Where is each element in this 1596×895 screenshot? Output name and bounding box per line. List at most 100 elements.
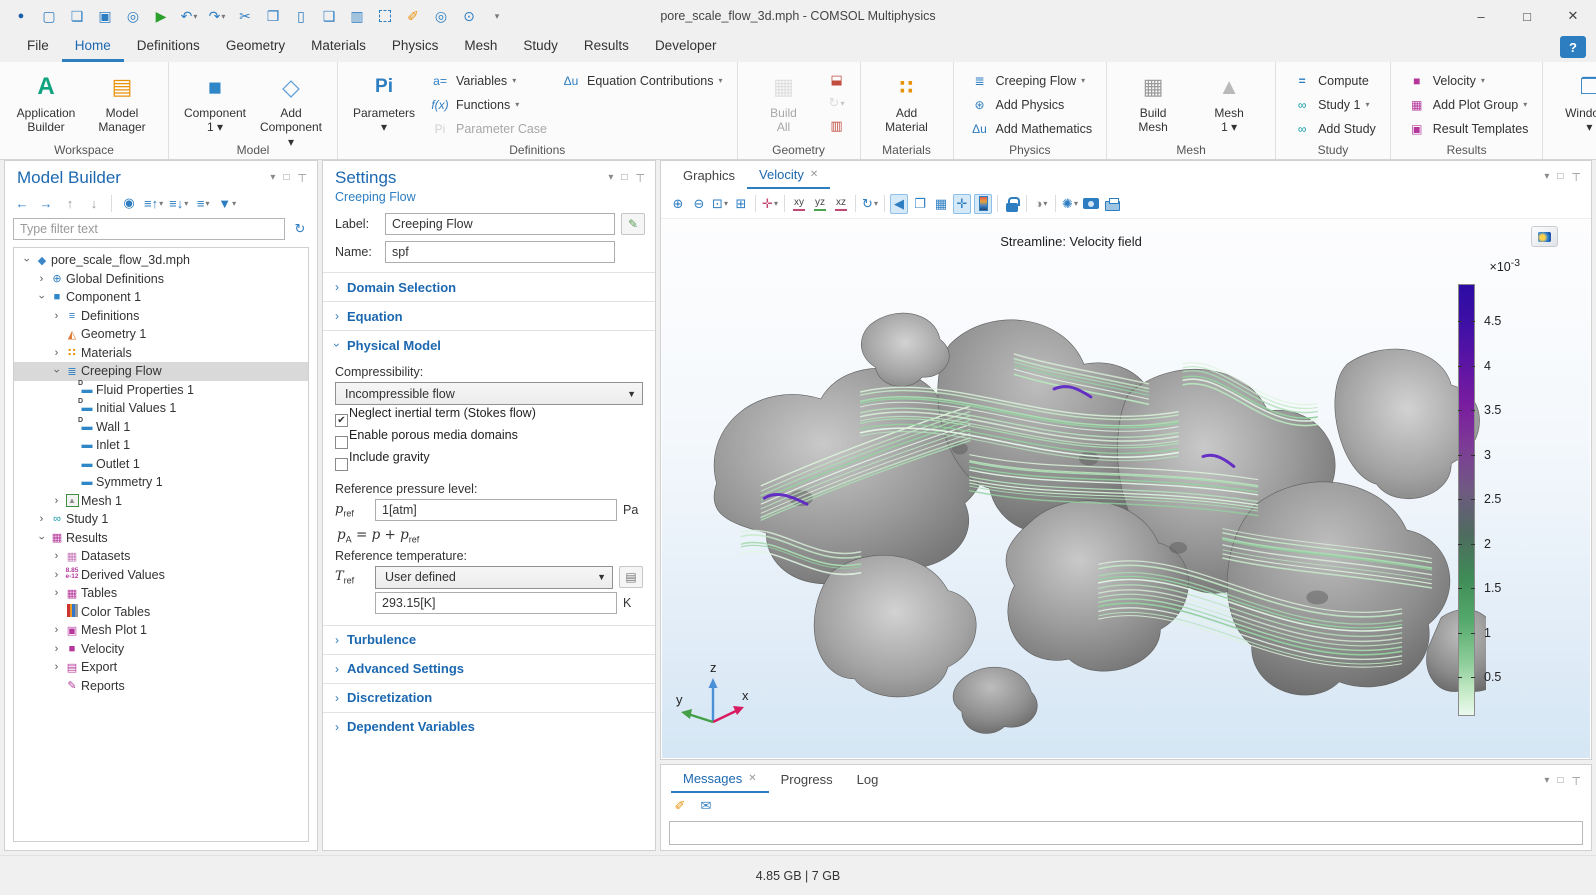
minimize-button[interactable]: – [1458,0,1504,32]
qat-overflow-chevron-icon[interactable]: ▾ [484,4,510,28]
checkbox-unchecked[interactable] [335,436,348,449]
tree-node-derived-values[interactable]: ›8.85e-12Derived Values [14,566,308,585]
tree-node-creeping-flow[interactable]: ›≣Creeping Flow [14,362,308,381]
tree-node-root[interactable]: ›◆pore_scale_flow_3d.mph [14,251,308,270]
environment-icon[interactable]: ✺▾ [1061,194,1079,214]
menu-definitions[interactable]: Definitions [124,32,213,62]
duplicate-icon[interactable]: ❑ [316,4,342,28]
tree-node-export[interactable]: ›▤Export [14,658,308,677]
view-xz-icon[interactable]: xz [832,194,850,214]
rename-icon[interactable]: ✎ [621,213,645,235]
paste-icon[interactable]: ▯ [288,4,314,28]
tree-node-reports[interactable]: ✎Reports [14,677,308,696]
creeping-flow-select[interactable]: ≣Creeping Flow▾ [964,70,1097,91]
comsol-app-icon[interactable]: ● [8,4,34,28]
section-advanced-settings[interactable]: › Advanced Settings [323,654,655,683]
add-study-button[interactable]: ∞Add Study [1286,118,1380,139]
copy-icon[interactable]: ❐ [260,4,286,28]
print-icon[interactable] [1103,194,1121,214]
menu-study[interactable]: Study [510,32,571,62]
tree-chevron-icon[interactable]: › [50,495,63,507]
transparency-icon[interactable]: ❐ [911,194,929,214]
maximize-button[interactable]: □ [1504,0,1550,32]
menu-geometry[interactable]: Geometry [213,32,298,62]
tree-chevron-icon[interactable]: › [21,254,33,267]
tree-node-datasets[interactable]: ›▦Datasets [14,547,308,566]
equation-contributions-button[interactable]: ΔuEquation Contributions▾ [555,70,727,91]
search-doc-icon[interactable]: ⊙ [456,4,482,28]
tree-chevron-icon[interactable]: › [50,643,63,655]
import-icon[interactable]: ⬓ [824,70,850,90]
new-file-icon[interactable]: ▢ [36,4,62,28]
save-icon[interactable]: ▣ [92,4,118,28]
checkbox-unchecked[interactable] [335,458,348,471]
zoom-out-icon[interactable]: ⊖ [690,194,708,214]
component-1-button[interactable]: ■Component 1 ▾ [179,68,251,137]
find-icon[interactable]: ◎ [428,4,454,28]
cut-icon[interactable]: ✂ [232,4,258,28]
snapshot-icon[interactable] [1082,194,1100,214]
tree-node-definitions[interactable]: ›≡Definitions [14,307,308,326]
forward-icon[interactable]: → [37,193,55,213]
close-button[interactable]: ✕ [1550,0,1596,32]
variables-button[interactable]: a=Variables▾ [424,70,551,91]
brush-icon[interactable]: ✐ [400,4,426,28]
move-up-icon[interactable]: ↑ [61,193,79,213]
scene-light-icon[interactable]: ◀ [890,194,908,214]
rotate-icon[interactable]: ↻▾ [861,194,879,214]
tree-chevron-icon[interactable]: › [51,365,63,378]
filter-icon[interactable]: ▼▾ [218,193,236,213]
compute-button[interactable]: =Compute [1286,70,1380,91]
image-settings-icon[interactable]: ◑▾ [1032,194,1050,214]
remove-details-icon[interactable]: ▥ [824,116,850,136]
save-search-icon[interactable]: ◎ [120,4,146,28]
reference-pressure-input[interactable]: 1[atm] [375,499,617,521]
panel-pin-icon[interactable]: ⊤ [1571,171,1581,184]
tree-node-materials[interactable]: ›∷Materials [14,344,308,363]
tree-chevron-icon[interactable]: › [36,291,48,304]
tree-node-global-definitions[interactable]: ›⊕Global Definitions [14,270,308,289]
move-down-icon[interactable]: ↓ [85,193,103,213]
tree-node-color-tables[interactable]: Color Tables [14,603,308,622]
tree-chevron-icon[interactable]: › [36,531,48,544]
label-input[interactable]: Creeping Flow [385,213,615,235]
section-equation[interactable]: › Equation [323,301,655,330]
tree-node-wall-1[interactable]: ▬DWall 1 [14,418,308,437]
velocity-select[interactable]: ■Velocity▾ [1401,70,1533,91]
add-physics-button[interactable]: ⊛Add Physics [964,94,1097,115]
build-mesh-button[interactable]: ▦Build Mesh [1117,68,1189,137]
study-1-select[interactable]: ∞Study 1▾ [1286,94,1380,115]
model-tree-nodes-icon[interactable]: ≡▾ [194,193,212,213]
menu-materials[interactable]: Materials [298,32,379,62]
panel-chevron-icon[interactable]: ▾ [1544,775,1549,788]
name-input[interactable]: spf [385,241,615,263]
menu-developer[interactable]: Developer [642,32,730,62]
tree-chevron-icon[interactable]: › [35,513,48,525]
reference-temperature-dropdown[interactable]: User defined ▼ [375,566,613,589]
redo-icon[interactable]: ↷▾ [204,4,230,28]
parameters-button[interactable]: PiParameters ▾ [348,68,420,137]
back-icon[interactable]: ← [13,193,31,213]
functions-button[interactable]: f(x)Functions▾ [424,94,551,115]
panel-pin-icon[interactable]: ⊤ [297,172,307,185]
mesh-1-button[interactable]: ▲Mesh 1 ▾ [1193,68,1265,137]
tree-node-study-1[interactable]: ›∞Study 1 [14,510,308,529]
add-mathematics-button[interactable]: ΔuAdd Mathematics [964,118,1097,139]
section-dependent-variables[interactable]: › Dependent Variables [323,712,655,741]
tree-filter-input[interactable] [13,218,285,240]
add-component-button[interactable]: ◇Add Component ▾ [255,68,327,151]
panel-float-icon[interactable]: □ [1557,171,1563,184]
panel-chevron-icon[interactable]: ▾ [1544,171,1549,184]
tree-node-mesh-1[interactable]: ›▲Mesh 1 [14,492,308,511]
tree-chevron-icon[interactable]: › [50,587,63,599]
menu-results[interactable]: Results [571,32,642,62]
grid-icon[interactable]: ▦ [932,194,950,214]
messages-tab-progress[interactable]: Progress [769,765,845,793]
tree-chevron-icon[interactable]: › [50,550,63,562]
model-manager-button[interactable]: ▤Model Manager [86,68,158,137]
run-icon[interactable]: ▶ [148,4,174,28]
lock-icon[interactable] [1003,194,1021,214]
section-physical-model[interactable]: › Physical Model [323,330,655,359]
tree-node-fluid-properties-1[interactable]: ▬DFluid Properties 1 [14,381,308,400]
tree-node-mesh-plot-1[interactable]: ›▣Mesh Plot 1 [14,621,308,640]
